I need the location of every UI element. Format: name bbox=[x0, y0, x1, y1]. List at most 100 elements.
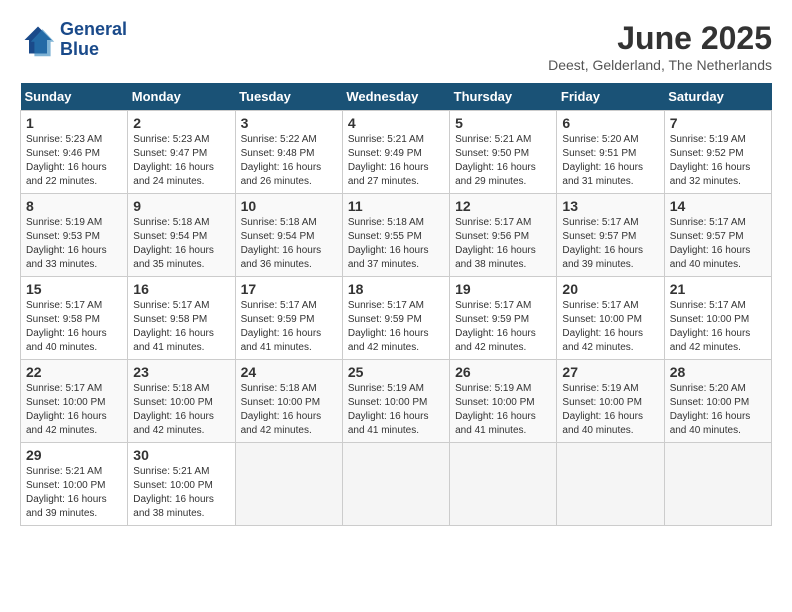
title-section: June 2025 Deest, Gelderland, The Netherl… bbox=[548, 20, 772, 73]
day-info: Sunrise: 5:17 AM Sunset: 10:00 PM Daylig… bbox=[670, 299, 766, 355]
calendar-cell: 4 Sunrise: 5:21 AM Sunset: 9:49 PM Dayli… bbox=[342, 111, 449, 194]
calendar-cell: 20 Sunrise: 5:17 AM Sunset: 10:00 PM Day… bbox=[557, 277, 664, 360]
header-friday: Friday bbox=[557, 83, 664, 111]
calendar-cell: 3 Sunrise: 5:22 AM Sunset: 9:48 PM Dayli… bbox=[235, 111, 342, 194]
day-info: Sunrise: 5:19 AM Sunset: 10:00 PM Daylig… bbox=[562, 382, 658, 438]
day-info: Sunrise: 5:17 AM Sunset: 9:59 PM Dayligh… bbox=[455, 299, 551, 355]
day-number: 27 bbox=[562, 364, 658, 380]
day-info: Sunrise: 5:17 AM Sunset: 9:56 PM Dayligh… bbox=[455, 216, 551, 272]
header-monday: Monday bbox=[128, 83, 235, 111]
calendar-cell: 23 Sunrise: 5:18 AM Sunset: 10:00 PM Day… bbox=[128, 360, 235, 443]
day-info: Sunrise: 5:18 AM Sunset: 9:55 PM Dayligh… bbox=[348, 216, 444, 272]
header-tuesday: Tuesday bbox=[235, 83, 342, 111]
day-info: Sunrise: 5:21 AM Sunset: 9:49 PM Dayligh… bbox=[348, 133, 444, 189]
calendar-cell: 8 Sunrise: 5:19 AM Sunset: 9:53 PM Dayli… bbox=[21, 194, 128, 277]
day-number: 19 bbox=[455, 281, 551, 297]
day-info: Sunrise: 5:23 AM Sunset: 9:47 PM Dayligh… bbox=[133, 133, 229, 189]
day-number: 21 bbox=[670, 281, 766, 297]
calendar-cell: 6 Sunrise: 5:20 AM Sunset: 9:51 PM Dayli… bbox=[557, 111, 664, 194]
day-info: Sunrise: 5:20 AM Sunset: 9:51 PM Dayligh… bbox=[562, 133, 658, 189]
logo-icon bbox=[20, 22, 56, 58]
day-info: Sunrise: 5:17 AM Sunset: 9:57 PM Dayligh… bbox=[562, 216, 658, 272]
calendar-cell: 17 Sunrise: 5:17 AM Sunset: 9:59 PM Dayl… bbox=[235, 277, 342, 360]
calendar-cell: 30 Sunrise: 5:21 AM Sunset: 10:00 PM Day… bbox=[128, 443, 235, 526]
calendar-cell: 11 Sunrise: 5:18 AM Sunset: 9:55 PM Dayl… bbox=[342, 194, 449, 277]
logo-line2: Blue bbox=[60, 40, 127, 60]
calendar-cell: 18 Sunrise: 5:17 AM Sunset: 9:59 PM Dayl… bbox=[342, 277, 449, 360]
day-number: 1 bbox=[26, 115, 122, 131]
page-header: General Blue June 2025 Deest, Gelderland… bbox=[20, 20, 772, 73]
day-info: Sunrise: 5:19 AM Sunset: 10:00 PM Daylig… bbox=[348, 382, 444, 438]
calendar-week-3: 15 Sunrise: 5:17 AM Sunset: 9:58 PM Dayl… bbox=[21, 277, 772, 360]
calendar-cell: 27 Sunrise: 5:19 AM Sunset: 10:00 PM Day… bbox=[557, 360, 664, 443]
month-title: June 2025 bbox=[548, 20, 772, 57]
calendar-cell bbox=[235, 443, 342, 526]
day-number: 22 bbox=[26, 364, 122, 380]
day-number: 14 bbox=[670, 198, 766, 214]
calendar-cell bbox=[664, 443, 771, 526]
day-number: 10 bbox=[241, 198, 337, 214]
day-info: Sunrise: 5:17 AM Sunset: 10:00 PM Daylig… bbox=[26, 382, 122, 438]
calendar-cell bbox=[342, 443, 449, 526]
day-number: 28 bbox=[670, 364, 766, 380]
calendar-week-1: 1 Sunrise: 5:23 AM Sunset: 9:46 PM Dayli… bbox=[21, 111, 772, 194]
calendar-table: SundayMondayTuesdayWednesdayThursdayFrid… bbox=[20, 83, 772, 526]
calendar-cell: 15 Sunrise: 5:17 AM Sunset: 9:58 PM Dayl… bbox=[21, 277, 128, 360]
calendar-header-row: SundayMondayTuesdayWednesdayThursdayFrid… bbox=[21, 83, 772, 111]
day-info: Sunrise: 5:21 AM Sunset: 10:00 PM Daylig… bbox=[26, 465, 122, 521]
day-number: 23 bbox=[133, 364, 229, 380]
calendar-cell: 24 Sunrise: 5:18 AM Sunset: 10:00 PM Day… bbox=[235, 360, 342, 443]
calendar-cell: 21 Sunrise: 5:17 AM Sunset: 10:00 PM Day… bbox=[664, 277, 771, 360]
day-info: Sunrise: 5:18 AM Sunset: 9:54 PM Dayligh… bbox=[241, 216, 337, 272]
day-info: Sunrise: 5:21 AM Sunset: 9:50 PM Dayligh… bbox=[455, 133, 551, 189]
day-info: Sunrise: 5:17 AM Sunset: 9:59 PM Dayligh… bbox=[348, 299, 444, 355]
calendar-cell: 5 Sunrise: 5:21 AM Sunset: 9:50 PM Dayli… bbox=[450, 111, 557, 194]
header-wednesday: Wednesday bbox=[342, 83, 449, 111]
day-number: 29 bbox=[26, 447, 122, 463]
calendar-cell: 14 Sunrise: 5:17 AM Sunset: 9:57 PM Dayl… bbox=[664, 194, 771, 277]
day-info: Sunrise: 5:22 AM Sunset: 9:48 PM Dayligh… bbox=[241, 133, 337, 189]
calendar-cell: 7 Sunrise: 5:19 AM Sunset: 9:52 PM Dayli… bbox=[664, 111, 771, 194]
day-number: 4 bbox=[348, 115, 444, 131]
day-info: Sunrise: 5:17 AM Sunset: 10:00 PM Daylig… bbox=[562, 299, 658, 355]
calendar-cell bbox=[450, 443, 557, 526]
calendar-cell: 25 Sunrise: 5:19 AM Sunset: 10:00 PM Day… bbox=[342, 360, 449, 443]
day-number: 16 bbox=[133, 281, 229, 297]
day-number: 6 bbox=[562, 115, 658, 131]
day-info: Sunrise: 5:17 AM Sunset: 9:58 PM Dayligh… bbox=[133, 299, 229, 355]
logo: General Blue bbox=[20, 20, 127, 60]
day-info: Sunrise: 5:18 AM Sunset: 10:00 PM Daylig… bbox=[133, 382, 229, 438]
calendar-cell: 22 Sunrise: 5:17 AM Sunset: 10:00 PM Day… bbox=[21, 360, 128, 443]
day-info: Sunrise: 5:19 AM Sunset: 9:52 PM Dayligh… bbox=[670, 133, 766, 189]
day-number: 12 bbox=[455, 198, 551, 214]
day-number: 11 bbox=[348, 198, 444, 214]
day-info: Sunrise: 5:20 AM Sunset: 10:00 PM Daylig… bbox=[670, 382, 766, 438]
day-info: Sunrise: 5:19 AM Sunset: 9:53 PM Dayligh… bbox=[26, 216, 122, 272]
calendar-cell: 29 Sunrise: 5:21 AM Sunset: 10:00 PM Day… bbox=[21, 443, 128, 526]
day-number: 26 bbox=[455, 364, 551, 380]
day-info: Sunrise: 5:17 AM Sunset: 9:58 PM Dayligh… bbox=[26, 299, 122, 355]
calendar-cell: 10 Sunrise: 5:18 AM Sunset: 9:54 PM Dayl… bbox=[235, 194, 342, 277]
day-info: Sunrise: 5:21 AM Sunset: 10:00 PM Daylig… bbox=[133, 465, 229, 521]
day-number: 18 bbox=[348, 281, 444, 297]
day-info: Sunrise: 5:18 AM Sunset: 10:00 PM Daylig… bbox=[241, 382, 337, 438]
day-number: 5 bbox=[455, 115, 551, 131]
day-number: 2 bbox=[133, 115, 229, 131]
day-number: 30 bbox=[133, 447, 229, 463]
calendar-cell: 9 Sunrise: 5:18 AM Sunset: 9:54 PM Dayli… bbox=[128, 194, 235, 277]
calendar-week-5: 29 Sunrise: 5:21 AM Sunset: 10:00 PM Day… bbox=[21, 443, 772, 526]
day-number: 20 bbox=[562, 281, 658, 297]
location-title: Deest, Gelderland, The Netherlands bbox=[548, 57, 772, 73]
day-number: 7 bbox=[670, 115, 766, 131]
day-info: Sunrise: 5:19 AM Sunset: 10:00 PM Daylig… bbox=[455, 382, 551, 438]
day-number: 15 bbox=[26, 281, 122, 297]
day-number: 17 bbox=[241, 281, 337, 297]
calendar-cell: 26 Sunrise: 5:19 AM Sunset: 10:00 PM Day… bbox=[450, 360, 557, 443]
day-number: 13 bbox=[562, 198, 658, 214]
calendar-cell bbox=[557, 443, 664, 526]
day-info: Sunrise: 5:17 AM Sunset: 9:57 PM Dayligh… bbox=[670, 216, 766, 272]
day-info: Sunrise: 5:18 AM Sunset: 9:54 PM Dayligh… bbox=[133, 216, 229, 272]
header-saturday: Saturday bbox=[664, 83, 771, 111]
calendar-cell: 2 Sunrise: 5:23 AM Sunset: 9:47 PM Dayli… bbox=[128, 111, 235, 194]
calendar-cell: 19 Sunrise: 5:17 AM Sunset: 9:59 PM Dayl… bbox=[450, 277, 557, 360]
